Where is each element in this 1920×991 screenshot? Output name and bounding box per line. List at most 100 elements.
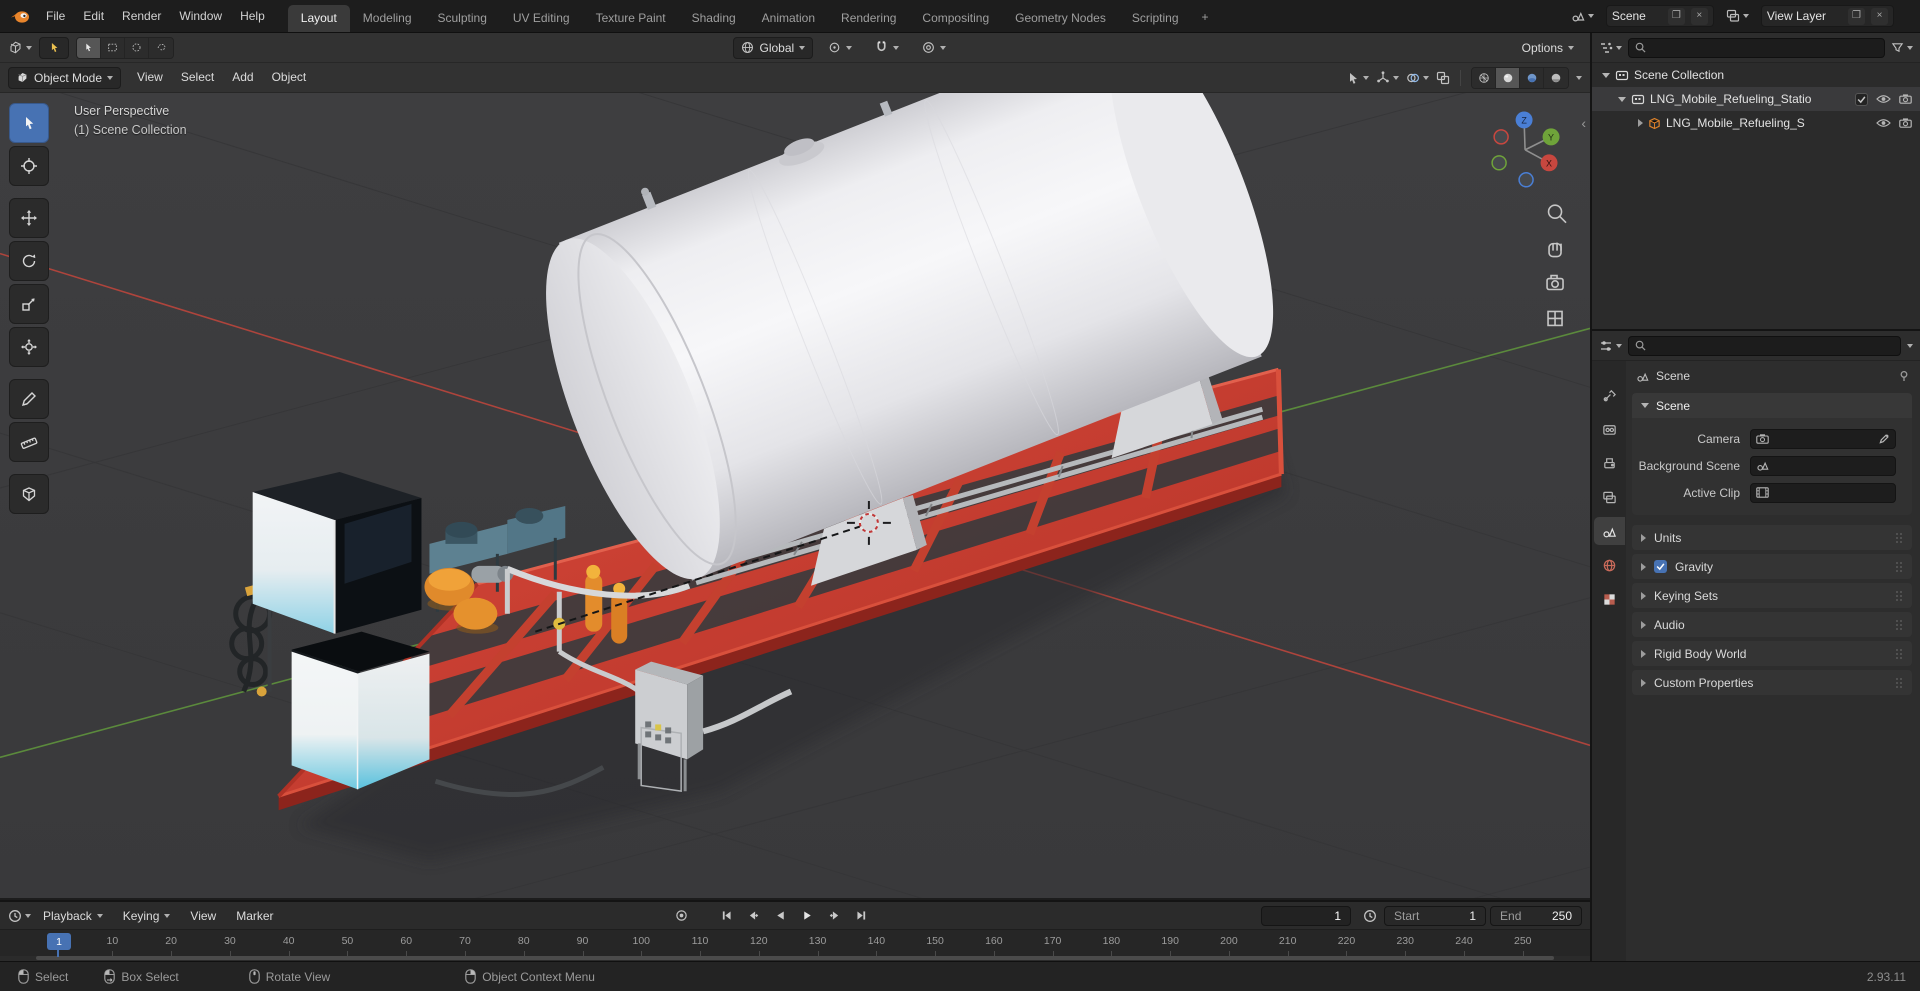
tool-move[interactable] (9, 198, 49, 238)
playback-menu[interactable]: Playback (35, 909, 111, 923)
start-frame-field[interactable]: Start 1 (1384, 905, 1487, 926)
shading-wireframe-button[interactable] (1472, 67, 1496, 88)
gizmos-dropdown[interactable] (1376, 70, 1399, 85)
editor-type-dropdown[interactable] (1599, 339, 1622, 353)
auto-keying-button[interactable] (670, 906, 693, 926)
scene-panel-header[interactable]: Scene (1632, 393, 1912, 418)
tool-scale[interactable] (9, 284, 49, 324)
properties-search-input[interactable] (1651, 338, 1894, 353)
topbar-menu-item[interactable]: Render (113, 0, 170, 32)
tool-transform[interactable] (9, 327, 49, 367)
tool-cursor[interactable] (9, 146, 49, 186)
workspace-tab[interactable]: Shading (679, 5, 749, 32)
outliner-filter-dropdown[interactable] (1891, 41, 1913, 54)
timeline-ruler[interactable]: 10 20 30 40 50 60 70 80 90 100 110 120 130 140 150 160 1… (0, 929, 1590, 957)
workspace-tab[interactable]: Sculpting (425, 5, 500, 32)
view-menu[interactable]: View (182, 909, 224, 923)
tool-annotate[interactable] (9, 379, 49, 419)
eye-icon[interactable] (1876, 118, 1891, 128)
delete-view-layer-button[interactable]: × (1871, 7, 1888, 25)
eye-icon[interactable] (1876, 94, 1891, 104)
outliner-row-lng-object[interactable]: LNG_Mobile_Refueling_S (1592, 111, 1920, 135)
current-frame-field[interactable]: 1 (1261, 905, 1352, 926)
select-mode-circle[interactable] (125, 37, 149, 58)
add-workspace-button[interactable]: + (1192, 3, 1219, 32)
tab-view-layer[interactable] (1594, 483, 1625, 511)
panel-keying-sets[interactable]: Keying Sets (1632, 583, 1912, 608)
workspace-tab[interactable]: UV Editing (500, 5, 583, 32)
camera-field[interactable] (1750, 428, 1896, 449)
active-clip-field[interactable] (1750, 482, 1896, 503)
expand-icon[interactable] (1602, 72, 1610, 78)
playhead-marker[interactable]: 1 (47, 933, 71, 950)
delete-scene-button[interactable]: × (1690, 7, 1708, 25)
workspace-tab[interactable]: Texture Paint (583, 5, 679, 32)
topbar-menu-item[interactable]: File (37, 0, 74, 32)
panel-gravity[interactable]: Gravity (1632, 554, 1912, 579)
panel-audio[interactable]: Audio (1632, 612, 1912, 637)
background-scene-field[interactable] (1750, 455, 1896, 476)
tool-select-box[interactable] (9, 103, 49, 143)
topbar-menu-item[interactable]: Help (231, 0, 274, 32)
viewport-menu-item[interactable]: Select (172, 63, 223, 92)
pivot-point-dropdown[interactable] (820, 37, 860, 59)
expand-icon[interactable] (1618, 96, 1626, 102)
camera-render-icon[interactable] (1899, 118, 1912, 128)
viewport-3d-canvas[interactable]: Z Y X User Perspective (1) Scene Collect… (0, 93, 1590, 898)
new-scene-button[interactable]: ❐ (1667, 7, 1685, 25)
workspace-tab[interactable]: Scripting (1119, 5, 1192, 32)
workspace-tab[interactable]: Layout (287, 5, 350, 32)
panel-rigid-body-world[interactable]: Rigid Body World (1632, 641, 1912, 666)
tab-render[interactable] (1594, 415, 1625, 443)
viewport-menu-item[interactable]: Object (263, 63, 316, 92)
chevron-down-icon[interactable] (1907, 343, 1913, 348)
expand-icon[interactable] (1638, 119, 1643, 127)
shading-solid-button[interactable] (1496, 67, 1520, 88)
snap-toggle[interactable] (867, 37, 907, 59)
workspace-tab[interactable]: Compositing (909, 5, 1002, 32)
next-keyframe-button[interactable] (823, 906, 846, 926)
marker-menu[interactable]: Marker (228, 909, 281, 923)
tool-measure[interactable] (9, 422, 49, 462)
play-reverse-button[interactable] (769, 906, 792, 926)
pin-icon[interactable] (1898, 370, 1910, 382)
blender-logo-icon[interactable] (0, 0, 37, 32)
frame-range-clock-icon[interactable] (1363, 909, 1377, 923)
workspace-tab[interactable]: Animation (749, 5, 828, 32)
workspace-tab[interactable]: Geometry Nodes (1002, 5, 1119, 32)
tool-rotate[interactable] (9, 241, 49, 281)
tab-tool[interactable] (1594, 381, 1625, 409)
end-frame-field[interactable]: End 250 (1490, 905, 1583, 926)
tab-output[interactable] (1594, 449, 1625, 477)
jump-to-end-button[interactable] (850, 906, 873, 926)
xray-toggle[interactable] (1436, 71, 1450, 85)
outliner-search[interactable] (1628, 37, 1885, 58)
timeline-scrollbar[interactable] (36, 956, 1554, 960)
overlays-dropdown[interactable] (1406, 71, 1429, 85)
mode-dropdown[interactable]: Object Mode (8, 66, 122, 89)
select-mode-lasso[interactable] (149, 37, 173, 58)
new-view-layer-button[interactable]: ❐ (1848, 7, 1865, 25)
editor-type-dropdown[interactable] (1599, 41, 1622, 55)
outliner-search-input[interactable] (1651, 40, 1878, 55)
proportional-edit-toggle[interactable] (914, 37, 954, 59)
tab-world[interactable] (1594, 551, 1625, 579)
shading-material-button[interactable] (1520, 67, 1544, 88)
options-dropdown[interactable]: Options (1514, 37, 1582, 59)
panel-units[interactable]: Units (1632, 525, 1912, 550)
panel-custom-properties[interactable]: Custom Properties (1632, 670, 1912, 695)
active-tool-button[interactable] (39, 36, 69, 59)
workspace-tab[interactable]: Modeling (350, 5, 425, 32)
camera-render-icon[interactable] (1899, 94, 1912, 104)
prev-keyframe-button[interactable] (742, 906, 765, 926)
scene-selector[interactable]: Scene ❐ × (1605, 5, 1714, 27)
tab-texture[interactable] (1594, 585, 1625, 613)
exclude-checkbox[interactable] (1855, 92, 1868, 106)
outliner-row-lng-collection[interactable]: LNG_Mobile_Refueling_Statio (1592, 87, 1920, 111)
shading-rendered-button[interactable] (1544, 67, 1568, 88)
viewport-menu-item[interactable]: Add (223, 63, 262, 92)
properties-search[interactable] (1628, 335, 1901, 356)
outliner-row-scene-collection[interactable]: Scene Collection (1592, 63, 1920, 87)
select-mode-box[interactable] (101, 37, 125, 58)
gravity-checkbox[interactable] (1654, 560, 1667, 573)
